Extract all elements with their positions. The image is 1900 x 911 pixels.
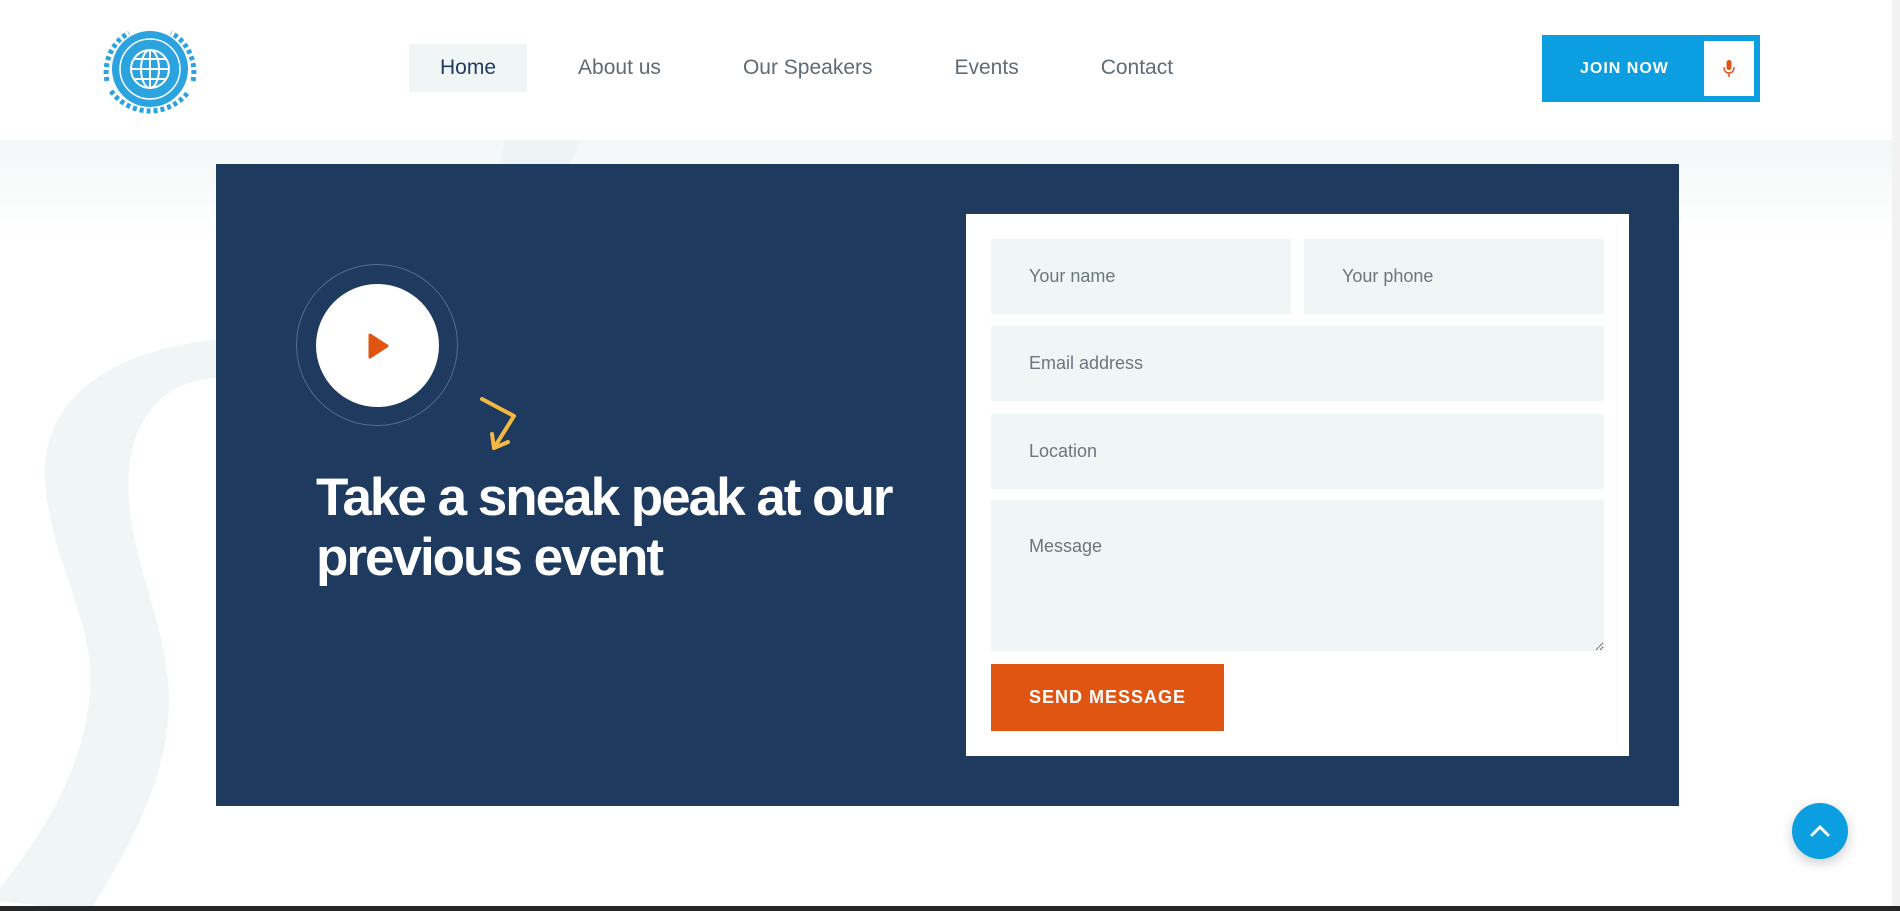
scrollbar-gutter: [1892, 0, 1900, 911]
name-field[interactable]: [991, 239, 1291, 314]
page: Home About us Our Speakers Events Contac…: [0, 0, 1900, 911]
scroll-to-top-button[interactable]: [1792, 803, 1848, 859]
location-field[interactable]: [991, 414, 1604, 489]
microphone-icon: [1704, 41, 1754, 96]
join-now-button[interactable]: JOIN NOW: [1542, 35, 1760, 102]
logo[interactable]: [95, 21, 205, 117]
play-icon: [368, 333, 388, 358]
chevron-up-icon: [1810, 825, 1830, 837]
main-nav: Home About us Our Speakers Events Contac…: [409, 44, 1224, 92]
join-now-label: JOIN NOW: [1580, 60, 1669, 77]
site-header: Home About us Our Speakers Events Contac…: [0, 0, 1892, 140]
nav-item-about-us[interactable]: About us: [547, 44, 692, 92]
play-video-button[interactable]: [316, 284, 439, 407]
curved-arrow-icon: [480, 397, 516, 450]
nav-item-home[interactable]: Home: [409, 44, 528, 92]
nav-item-our-speakers[interactable]: Our Speakers: [712, 44, 904, 92]
email-field[interactable]: [991, 326, 1604, 401]
window-bottom-edge: [0, 906, 1900, 911]
nav-item-events[interactable]: Events: [924, 44, 1050, 92]
message-field[interactable]: [991, 500, 1604, 651]
phone-field[interactable]: [1304, 239, 1604, 314]
send-message-button[interactable]: SEND MESSAGE: [991, 664, 1224, 731]
event-contact-panel: Take a sneak peak at our previous event …: [216, 164, 1679, 806]
section-headline: Take a sneak peak at our previous event: [316, 468, 894, 587]
nav-item-contact[interactable]: Contact: [1070, 44, 1204, 92]
contact-form: SEND MESSAGE: [966, 214, 1629, 756]
